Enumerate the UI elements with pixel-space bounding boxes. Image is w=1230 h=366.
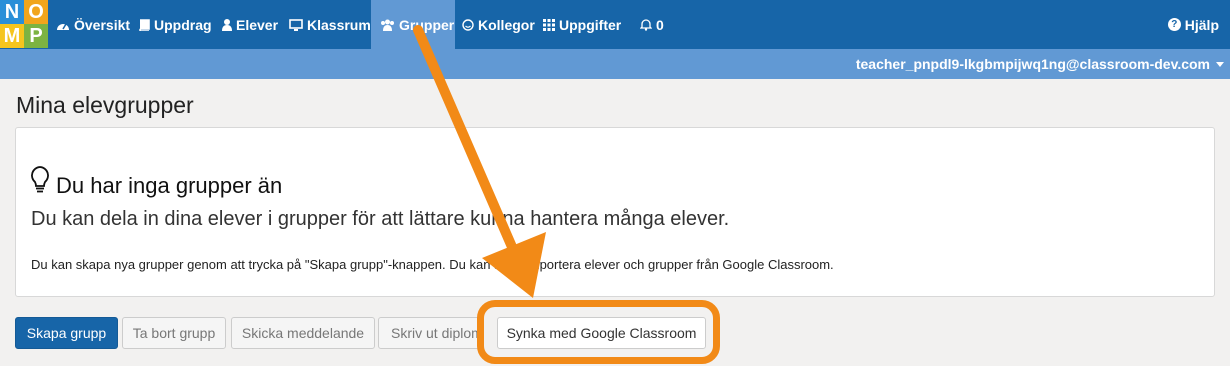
- delete-group-button[interactable]: Ta bort grupp: [122, 317, 226, 349]
- print-diploma-button[interactable]: Skriv ut diplom: [378, 317, 483, 349]
- annotation-highlight-box: [477, 300, 720, 364]
- dashboard-icon: [57, 23, 69, 30]
- nav-item-uppgifter[interactable]: Uppgifter: [543, 0, 621, 49]
- notifications-button[interactable]: 0: [640, 0, 664, 49]
- nav-item-klassrum[interactable]: Klassrum: [289, 0, 371, 49]
- page-title: Mina elevgrupper: [16, 92, 194, 118]
- top-navbar: N O M P Översikt Uppdrag Elever Klassrum…: [0, 0, 1230, 49]
- nav-label: Klassrum: [307, 16, 371, 33]
- nav-item-grupper[interactable]: Grupper: [371, 0, 455, 49]
- nav-item-uppdrag[interactable]: Uppdrag: [138, 0, 212, 49]
- send-message-button[interactable]: Skicka meddelande: [231, 317, 375, 349]
- nav-label: Elever: [236, 16, 279, 33]
- nav-item-oversikt[interactable]: Översikt: [56, 0, 130, 49]
- nav-label: Kollegor: [478, 16, 535, 33]
- logo-letter-m: M: [0, 24, 24, 48]
- create-group-button[interactable]: Skapa grupp: [15, 317, 118, 349]
- logo-letter-p: P: [24, 24, 48, 48]
- nav-item-kollegor[interactable]: Kollegor: [462, 0, 535, 49]
- users-icon: [381, 19, 394, 31]
- nav-item-elever[interactable]: Elever: [222, 0, 278, 49]
- nav-label: Grupper: [399, 16, 455, 33]
- nav-label: Uppdrag: [154, 16, 212, 33]
- chevron-down-icon: [1216, 61, 1224, 67]
- question-icon: ?: [1167, 18, 1181, 31]
- nomp-logo[interactable]: N O M P: [0, 0, 48, 48]
- user-bar: teacher_pnpdl9-lkgbmpijwq1ng@classroom-d…: [0, 49, 1230, 79]
- empty-state-text: Du kan skapa nya grupper genom att tryck…: [31, 257, 834, 272]
- user-email: teacher_pnpdl9-lkgbmpijwq1ng@classroom-d…: [855, 56, 1210, 72]
- monitor-icon: [289, 18, 303, 31]
- help-link[interactable]: ? Hjälp: [1167, 0, 1219, 49]
- nav-label: Översikt: [74, 16, 131, 33]
- nav-label: Uppgifter: [559, 16, 622, 33]
- grid-icon: [543, 18, 555, 31]
- book-icon: [139, 18, 150, 31]
- empty-state-lead: Du kan dela in dina elever i grupper för…: [31, 208, 730, 230]
- lightbulb-icon: [31, 166, 49, 193]
- help-label: Hjälp: [1184, 16, 1219, 33]
- empty-state-title: Du har inga grupper än: [56, 173, 283, 198]
- notification-count: 0: [656, 16, 664, 33]
- logo-letter-o: O: [24, 0, 48, 24]
- logo-letter-n: N: [0, 0, 24, 24]
- user-icon: [222, 18, 232, 31]
- user-menu[interactable]: teacher_pnpdl9-lkgbmpijwq1ng@classroom-d…: [856, 49, 1224, 79]
- bell-icon: [640, 19, 652, 31]
- empty-state-panel: Du har inga grupper än Du kan dela in di…: [15, 127, 1215, 297]
- smiley-icon: [462, 18, 474, 31]
